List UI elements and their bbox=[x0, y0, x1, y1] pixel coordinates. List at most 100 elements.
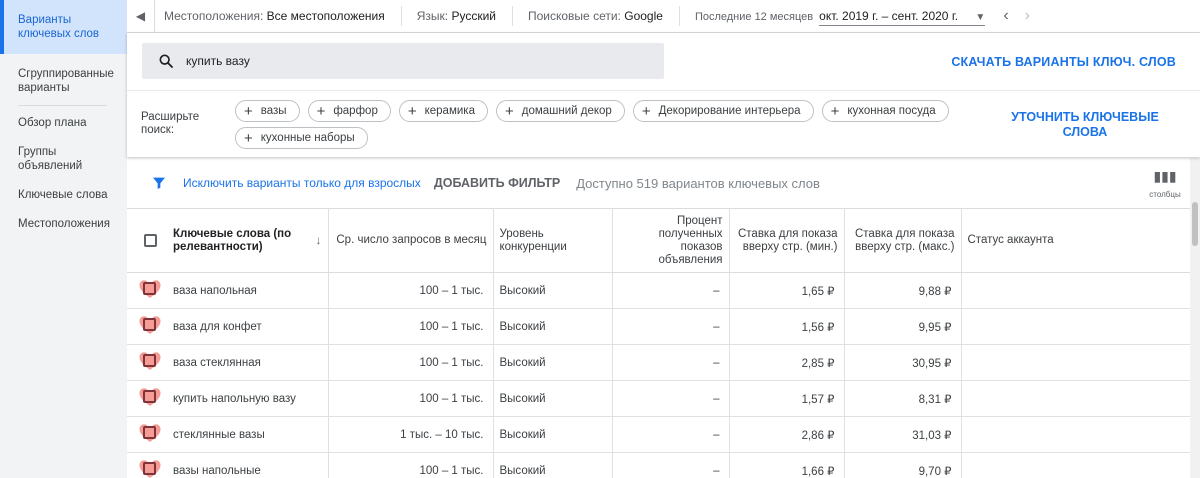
add-filter-button[interactable]: ДОБАВИТЬ ФИЛЬТР bbox=[434, 176, 560, 190]
chevron-right-icon[interactable]: › bbox=[1025, 7, 1030, 25]
column-header-bid-high[interactable]: Ставка для показа вверху стр. (макс.) bbox=[844, 208, 962, 273]
impression-share-cell: – bbox=[612, 452, 730, 478]
table-row[interactable]: ваза для конфет 100 – 1 тыс. Высокий –1,56 … bbox=[127, 308, 1190, 345]
suggestion-chip[interactable]: + кухонная посуда bbox=[821, 100, 949, 122]
sidebar-item-keywords[interactable]: Ключевые слова bbox=[0, 188, 127, 202]
impression-share-cell: – bbox=[612, 344, 730, 381]
column-header-impression-share[interactable]: Процент полученных показов объявления bbox=[612, 208, 730, 273]
row-select-checkbox[interactable] bbox=[138, 421, 162, 445]
location-setting[interactable]: Местоположения: Все местоположения bbox=[164, 9, 385, 23]
sidebar-item-locations[interactable]: Местоположения bbox=[0, 217, 127, 231]
sidebar-item-label: Обзор плана bbox=[18, 117, 87, 129]
collapse-sidebar-button[interactable]: ◀ bbox=[127, 0, 155, 33]
competition-cell: Высокий bbox=[493, 308, 613, 345]
sidebar-item-plan-overview[interactable]: Обзор плана bbox=[0, 116, 127, 130]
column-header-searches[interactable]: Ср. число запросов в месяц bbox=[328, 208, 494, 273]
chip-label: кухонная посуда bbox=[847, 105, 936, 117]
plus-icon: + bbox=[316, 102, 326, 120]
sidebar-item-grouped-ideas[interactable]: Сгруппированные варианты bbox=[0, 67, 127, 95]
suggestion-chip[interactable]: + керамика bbox=[398, 100, 488, 122]
table-row[interactable]: ваза стеклянная 100 – 1 тыс. Высокий –2,85 … bbox=[127, 344, 1190, 381]
table-row[interactable]: ваза напольная 100 – 1 тыс. Высокий –1,65 ₽… bbox=[127, 272, 1190, 309]
select-all-checkbox[interactable] bbox=[143, 233, 157, 247]
table-row[interactable]: стеклянные вазы 1 тыс. – 10 тыс. Высокий –2… bbox=[127, 416, 1190, 453]
table-row[interactable]: вазы напольные 100 – 1 тыс. Высокий –1,66 ₽… bbox=[127, 452, 1190, 478]
competition-cell: Высокий bbox=[493, 344, 613, 381]
refine-keywords-link[interactable]: УТОЧНИТЬ КЛЮЧЕВЫЕ СЛОВА bbox=[1010, 110, 1160, 140]
row-select-checkbox[interactable] bbox=[138, 385, 162, 409]
search-input[interactable] bbox=[186, 54, 626, 68]
scrollbar-thumb[interactable] bbox=[1192, 202, 1198, 246]
chip-label: фарфор bbox=[333, 105, 378, 117]
row-select-cell bbox=[127, 344, 173, 381]
divider bbox=[678, 6, 680, 26]
bid-high-cell: 8,31 ₽ bbox=[844, 380, 962, 417]
sidebar-item-keyword-ideas[interactable]: Варианты ключевых слов bbox=[0, 0, 127, 54]
sidebar-item-label: Ключевые слова bbox=[18, 189, 108, 201]
keyword-cell: ваза стеклянная bbox=[173, 344, 329, 381]
language-setting[interactable]: Язык: Русский bbox=[417, 9, 496, 23]
chip-label: вазы bbox=[260, 105, 287, 117]
row-select-checkbox[interactable] bbox=[138, 457, 162, 478]
arrow-down-icon: ↓ bbox=[315, 233, 322, 247]
suggestion-chip[interactable]: + Декорирование интерьера bbox=[632, 100, 814, 122]
impression-share-cell: – bbox=[612, 308, 730, 345]
plus-icon: + bbox=[407, 102, 417, 120]
filter-bar: Исключить варианты только для взрослых Д… bbox=[127, 158, 1190, 208]
status-cell bbox=[961, 272, 1190, 309]
searches-cell: 100 – 1 тыс. bbox=[328, 344, 494, 381]
bid-high-cell: 9,70 ₽ bbox=[844, 452, 962, 478]
status-cell bbox=[961, 344, 1190, 381]
keyword-cell: ваза для конфет bbox=[173, 308, 329, 345]
exclude-adult-filter[interactable]: Исключить варианты только для взрослых bbox=[183, 176, 421, 190]
column-header-keyword[interactable]: Ключевые слова (по релевантности) ↓ bbox=[173, 208, 329, 273]
suggestion-chip[interactable]: + фарфор bbox=[307, 100, 391, 122]
sidebar-item-ad-groups[interactable]: Группы объявлений bbox=[0, 145, 127, 173]
divider bbox=[512, 6, 513, 26]
row-select-cell bbox=[127, 272, 173, 309]
sidebar-item-label: Варианты ключевых слов bbox=[18, 14, 100, 40]
row-select-checkbox[interactable] bbox=[138, 349, 162, 373]
table-header-row: Ключевые слова (по релевантности) ↓ Ср. … bbox=[127, 208, 1190, 273]
search-box[interactable] bbox=[142, 43, 664, 79]
chevron-left-icon[interactable]: ‹ bbox=[1003, 7, 1008, 25]
row-select-checkbox[interactable] bbox=[138, 277, 162, 301]
filter-icon[interactable] bbox=[151, 175, 167, 191]
date-range-select[interactable]: окт. 2019 г. – сент. 2020 г. ▼ bbox=[819, 7, 986, 26]
status-cell bbox=[961, 416, 1190, 453]
scrollbar[interactable] bbox=[1190, 158, 1200, 478]
suggestion-chip[interactable]: + вазы bbox=[235, 100, 300, 122]
sidebar-divider bbox=[18, 105, 107, 106]
columns-button[interactable]: ▮▮▮ столбцы bbox=[1145, 168, 1185, 199]
chip-label: Декорирование интерьера bbox=[658, 105, 801, 117]
bid-low-cell: 2,85 ₽ bbox=[729, 344, 845, 381]
row-select-cell bbox=[127, 452, 173, 478]
download-ideas-link[interactable]: СКАЧАТЬ ВАРИАНТЫ КЛЮЧ. СЛОВ bbox=[951, 55, 1176, 69]
keyword-cell: вазы напольные bbox=[173, 452, 329, 478]
impression-share-cell: – bbox=[612, 416, 730, 453]
competition-cell: Высокий bbox=[493, 272, 613, 309]
checkbox bbox=[143, 426, 156, 439]
checkbox bbox=[143, 390, 156, 403]
column-header-status[interactable]: Статус аккаунта bbox=[961, 208, 1190, 273]
row-select-checkbox[interactable] bbox=[138, 313, 162, 337]
table-row[interactable]: купить напольную вазу 100 – 1 тыс. Высокий… bbox=[127, 380, 1190, 417]
searches-cell: 100 – 1 тыс. bbox=[328, 308, 494, 345]
plus-icon: + bbox=[830, 102, 840, 120]
chip-label: керамика bbox=[424, 105, 475, 117]
network-setting[interactable]: Поисковые сети: Google bbox=[528, 9, 663, 23]
keyword-cell: стеклянные вазы bbox=[173, 416, 329, 453]
suggestion-chip[interactable]: + домашний декор bbox=[495, 100, 625, 122]
keyword-cell: купить напольную вазу bbox=[173, 380, 329, 417]
row-select-cell bbox=[127, 380, 173, 417]
date-range-value: окт. 2019 г. – сент. 2020 г. bbox=[819, 8, 959, 23]
caret-down-icon: ▼ bbox=[975, 11, 986, 23]
keyword-cell: ваза напольная bbox=[173, 272, 329, 309]
keyword-table: Ключевые слова (по релевантности) ↓ Ср. … bbox=[127, 208, 1190, 478]
column-header-competition[interactable]: Уровень конкуренции bbox=[493, 208, 613, 273]
column-header-bid-low[interactable]: Ставка для показа вверху стр. (мин.) bbox=[729, 208, 845, 273]
suggestion-chips: + вазы + фарфор + керамика + домашний декор + Дек… bbox=[235, 100, 955, 149]
impression-share-cell: – bbox=[612, 272, 730, 309]
status-cell bbox=[961, 308, 1190, 345]
suggestion-chip[interactable]: + кухонные наборы bbox=[235, 127, 368, 149]
